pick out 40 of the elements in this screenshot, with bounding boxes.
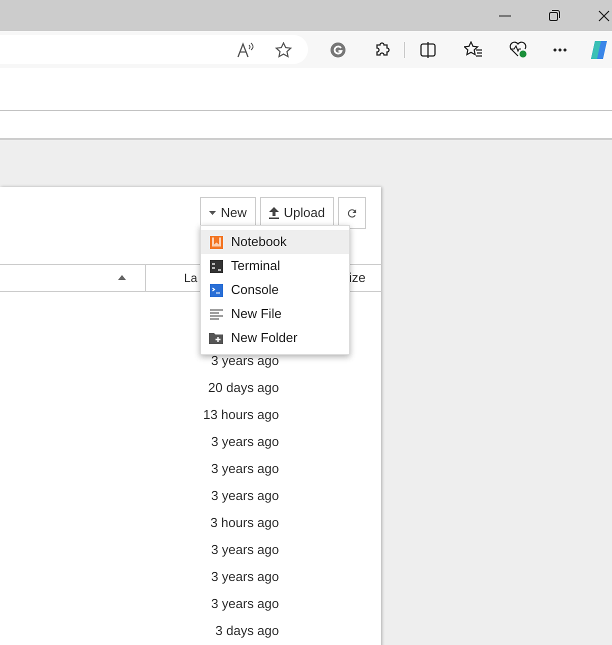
modified-cell-text: 20 days ago [207,378,279,397]
modified-cell-text: 3 years ago [210,594,279,613]
read-aloud-icon[interactable] [237,42,255,58]
menu-item[interactable]: Notebook [201,230,349,254]
notebook-icon [210,236,222,248]
modified-cell-text: 3 hours ago [209,514,279,532]
restore-icon[interactable] [549,10,560,21]
split-screen-icon[interactable] [420,42,436,58]
modified-cell-text: 13 hours ago [202,406,279,424]
refresh-button[interactable] [338,197,366,229]
refresh-icon [347,208,357,218]
new-folder-icon [209,332,223,344]
health-icon[interactable] [509,41,527,58]
menu-item[interactable]: Terminal [201,254,349,278]
caret-icon [208,211,216,215]
more-icon[interactable] [553,48,567,52]
modified-cell-text: 3 years ago [210,568,279,586]
modified-cell-text: 3 years ago [210,486,279,505]
copilot-icon[interactable] [591,40,609,60]
modified-cell-text: 3 years ago [210,352,279,370]
sort-caret-icon[interactable] [118,275,126,280]
column-heading[interactable]: ize [349,268,366,288]
favorites-icon[interactable] [464,41,483,58]
column-heading[interactable]: La [184,269,198,287]
modified-cell-text: 3 days ago [214,622,279,640]
puzzle-icon[interactable] [374,41,391,58]
terminal-icon [210,260,222,272]
console-icon [210,284,222,296]
menu-item[interactable]: New Folder [201,326,349,350]
modified-cell-text: 3 years ago [210,432,279,451]
minimize-icon[interactable] [499,14,511,16]
menu-item[interactable]: Console [201,278,349,302]
g-circle-icon[interactable] [330,42,346,58]
modified-cell-text: 3 years ago [210,460,279,478]
upload-icon [268,207,279,219]
text-file-icon [210,308,222,320]
menu-item[interactable]: New File [201,302,349,326]
modified-cell-text: 3 years ago [210,540,279,559]
close-icon[interactable] [598,10,610,22]
star-icon[interactable] [275,42,292,58]
